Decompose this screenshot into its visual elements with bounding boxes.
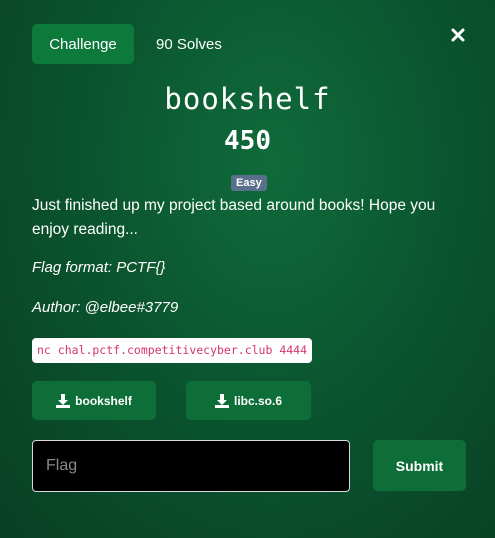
flag-input[interactable] xyxy=(32,440,350,492)
challenge-modal: Challenge 90 Solves bookshelf 450 Easy J… xyxy=(0,0,495,538)
connection-command: nc chal.pctf.competitivecyber.club 4444 xyxy=(32,338,313,363)
tab-solves[interactable]: 90 Solves xyxy=(146,24,232,64)
file-label: bookshelf xyxy=(75,393,132,408)
submit-button[interactable]: Submit xyxy=(373,440,466,491)
close-button[interactable] xyxy=(446,25,470,49)
download-bookshelf-button[interactable]: bookshelf xyxy=(32,381,156,420)
challenge-description: Just finished up my project based around… xyxy=(32,197,436,238)
flag-format-text: Flag format: PCTF{} xyxy=(32,259,166,276)
challenge-title: bookshelf xyxy=(164,82,331,116)
tab-challenge[interactable]: Challenge xyxy=(32,24,134,64)
difficulty-badge: Easy xyxy=(231,175,267,191)
author-text: Author: @elbee#3779 xyxy=(32,299,179,316)
download-icon xyxy=(56,393,71,408)
close-icon xyxy=(450,27,466,48)
download-libc-button[interactable]: libc.so.6 xyxy=(186,381,311,420)
file-label: libc.so.6 xyxy=(233,393,283,408)
challenge-points: 450 xyxy=(224,126,271,156)
download-icon xyxy=(214,393,229,408)
